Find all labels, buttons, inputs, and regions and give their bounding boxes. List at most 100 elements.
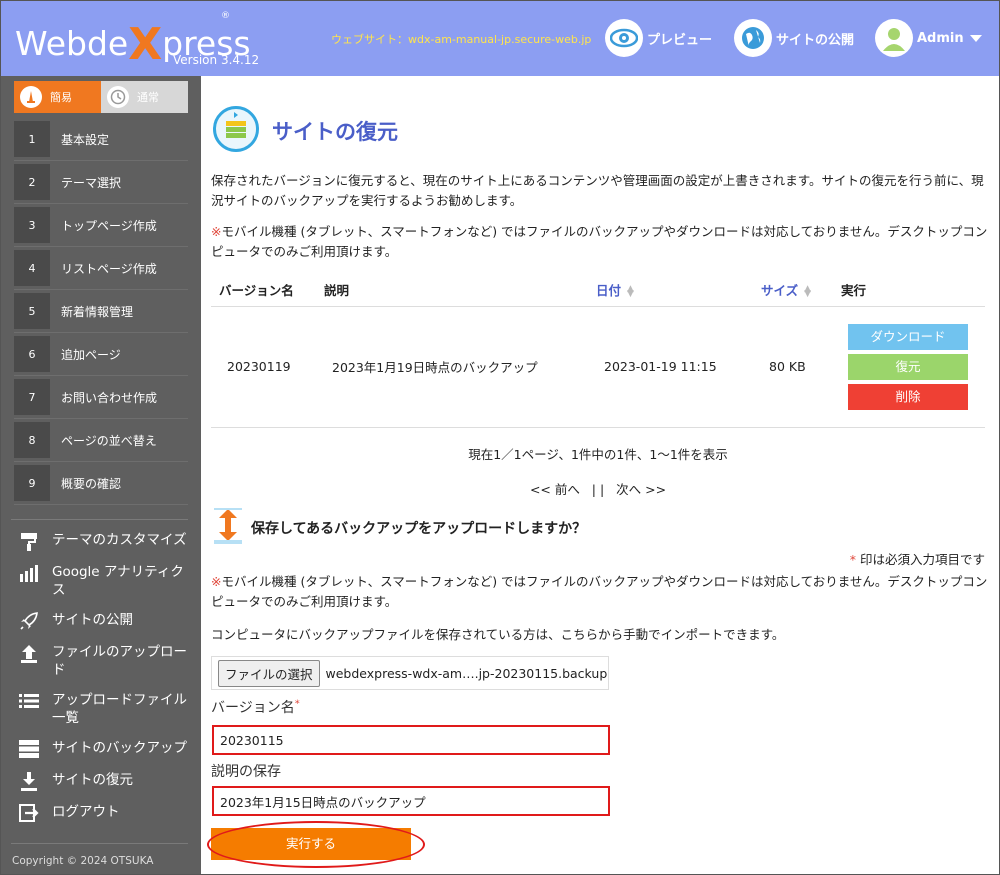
upload-icon: [18, 643, 40, 663]
cell-actions: ダウンロード 復元 削除: [833, 306, 985, 428]
step-label: 追加ページ: [61, 347, 121, 362]
cell-date: 2023-01-19 11:15: [588, 306, 753, 428]
step-item-4[interactable]: 4 リストページ作成: [14, 247, 188, 290]
choose-file-button[interactable]: ファイルの選択: [218, 659, 320, 687]
sidebar-menu: テーマのカスタマイズ Google アナリティクス サイトの公開 ファイルのアッ…: [18, 531, 193, 835]
paging-info: 現在1／1ページ、1件中の1件、1〜1件を表示: [468, 447, 728, 462]
selected-file-name: webdexpress-wdx-am….jp-20230115.backup: [325, 665, 608, 681]
mobile-warning-text: モバイル機種 (タブレット、スマートフォンなど) ではファイルのバックアップやダ…: [211, 224, 988, 259]
version-name-input[interactable]: 20230115: [212, 725, 610, 755]
step-label: トップページ作成: [61, 218, 157, 233]
tab-normal-label: 通常: [137, 91, 159, 104]
step-label: 基本設定: [61, 132, 110, 147]
cell-description: 2023年1月19日時点のバックアップ: [316, 306, 588, 428]
col-action: 実行: [833, 274, 985, 307]
warning-mark: ※: [211, 574, 222, 589]
step-item-1[interactable]: 1 基本設定: [14, 118, 188, 161]
up-down-arrow-icon: [213, 508, 243, 544]
download-icon: [18, 771, 40, 791]
col-size[interactable]: サイズ ▲ ▼: [753, 274, 833, 307]
admin-label: Admin: [917, 30, 964, 46]
cell-size: 80 KB: [753, 306, 833, 428]
list-icon: [18, 691, 40, 711]
sidebar-item-site-restore[interactable]: サイトの復元: [18, 771, 193, 791]
table-row: 20230119 2023年1月19日時点のバックアップ 2023-01-19 …: [211, 306, 985, 428]
main-content: サイトの復元 保存されたバージョンに復元すると、現在のサイト上にあるコンテンツや…: [201, 76, 999, 874]
paint-roller-icon: [18, 531, 40, 551]
copyright-text: Copyright © 2024 OTSUKA: [12, 855, 154, 867]
preview-button[interactable]: プレビュー: [605, 19, 712, 57]
col-version: バージョン名: [211, 274, 316, 307]
step-item-2[interactable]: 2 テーマ選択: [14, 161, 188, 204]
step-item-9[interactable]: 9 概要の確認: [14, 462, 188, 505]
sidebar-item-site-publish[interactable]: サイトの公開: [18, 611, 193, 631]
sidebar-item-site-backup[interactable]: サイトのバックアップ: [18, 739, 193, 759]
menu-label: サイトの公開: [52, 612, 133, 628]
step-label: テーマ選択: [61, 175, 122, 190]
required-note: * 印は必須入力項目です: [850, 549, 985, 568]
table-header-row: バージョン名 説明 日付 ▲ ▼ サイズ ▲ ▼ 実行: [211, 274, 985, 307]
menu-label: アップロードファイル一覧: [52, 692, 187, 726]
site-url-link[interactable]: ウェブサイト：wdx-am-manual-jp.secure-web.jp: [331, 31, 591, 47]
step-number: 6: [14, 336, 50, 372]
step-number: 2: [14, 164, 50, 200]
mobile-warning: ※モバイル機種 (タブレット、スマートフォンなど) ではファイルのバックアップや…: [211, 222, 991, 262]
sidebar-item-logout[interactable]: ログアウト: [18, 803, 193, 823]
col-date[interactable]: 日付 ▲ ▼: [588, 274, 753, 307]
step-item-6[interactable]: 6 追加ページ: [14, 333, 188, 376]
menu-label: サイトのバックアップ: [52, 740, 187, 756]
publish-button[interactable]: サイトの公開: [734, 19, 854, 57]
sidebar-item-theme-customize[interactable]: テーマのカスタマイズ: [18, 531, 193, 551]
sidebar-item-google-analytics[interactable]: Google アナリティクス: [18, 563, 193, 599]
upload-section-title: 保存してあるバックアップをアップロードしますか？: [251, 521, 587, 537]
sidebar-item-uploaded-files[interactable]: アップロードファイル一覧: [18, 691, 193, 727]
tab-easy-mode[interactable]: 簡易: [14, 81, 101, 113]
sort-icon: ▲ ▼: [804, 283, 812, 299]
page-title: サイトの復元: [272, 120, 398, 144]
col-description: 説明: [316, 274, 588, 307]
step-number: 1: [14, 121, 50, 157]
version-label: Version 3.4.12: [173, 53, 260, 67]
clock-icon: [107, 86, 129, 108]
required-note-text: 印は必須入力項目です: [856, 552, 985, 567]
step-item-7[interactable]: 7 お問い合わせ作成: [14, 376, 188, 419]
app-window: WebdeXpress ® Version 3.4.12 ウェブサイト：wdx-…: [0, 0, 1000, 875]
rocket-icon: [18, 611, 40, 631]
step-label: お問い合わせ作成: [61, 390, 158, 405]
step-label: ページの並べ替え: [61, 433, 157, 448]
cell-version: 20230119: [211, 306, 316, 428]
highlight-ring: [207, 821, 425, 868]
step-number: 9: [14, 465, 50, 501]
bar-chart-icon: [18, 563, 40, 583]
prev-page-link[interactable]: << 前へ: [530, 482, 580, 497]
globe-icon: [734, 19, 772, 57]
top-header: WebdeXpress ® Version 3.4.12 ウェブサイト：wdx-…: [1, 1, 999, 76]
intro-text: 保存されたバージョンに復元すると、現在のサイト上にあるコンテンツや管理画面の設定…: [211, 173, 984, 208]
menu-label: ログアウト: [52, 804, 120, 820]
sidebar-item-file-upload[interactable]: ファイルのアップロード: [18, 643, 193, 679]
tab-normal-mode[interactable]: 通常: [101, 81, 188, 113]
download-button[interactable]: ダウンロード: [848, 323, 968, 350]
description-input[interactable]: 2023年1月15日時点のバックアップ: [212, 786, 610, 816]
pagination: << 前へ | | 次へ >>: [211, 479, 985, 498]
restore-button[interactable]: 復元: [848, 353, 968, 380]
file-picker: ファイルの選択 webdexpress-wdx-am….jp-20230115.…: [211, 656, 609, 690]
registered-mark: ®: [221, 11, 230, 21]
admin-menu-button[interactable]: Admin: [875, 19, 982, 57]
delete-button[interactable]: 削除: [848, 383, 968, 410]
step-number: 4: [14, 250, 50, 286]
eye-icon: [605, 19, 643, 57]
tab-easy-label: 簡易: [50, 91, 72, 104]
sort-icon: ▲ ▼: [627, 283, 634, 299]
step-item-3[interactable]: 3 トップページ作成: [14, 204, 188, 247]
step-item-5[interactable]: 5 新着情報管理: [14, 290, 188, 333]
warning-mark: ※: [211, 224, 222, 239]
step-item-8[interactable]: 8 ページの並べ替え: [14, 419, 188, 462]
step-number: 8: [14, 422, 50, 458]
step-number: 3: [14, 207, 50, 243]
version-name-label-text: バージョン名: [211, 700, 295, 716]
chevron-down-icon: [969, 34, 982, 42]
next-page-link[interactable]: 次へ >>: [616, 482, 666, 497]
sidebar-divider: [11, 843, 188, 844]
required-mark: *: [294, 698, 300, 710]
